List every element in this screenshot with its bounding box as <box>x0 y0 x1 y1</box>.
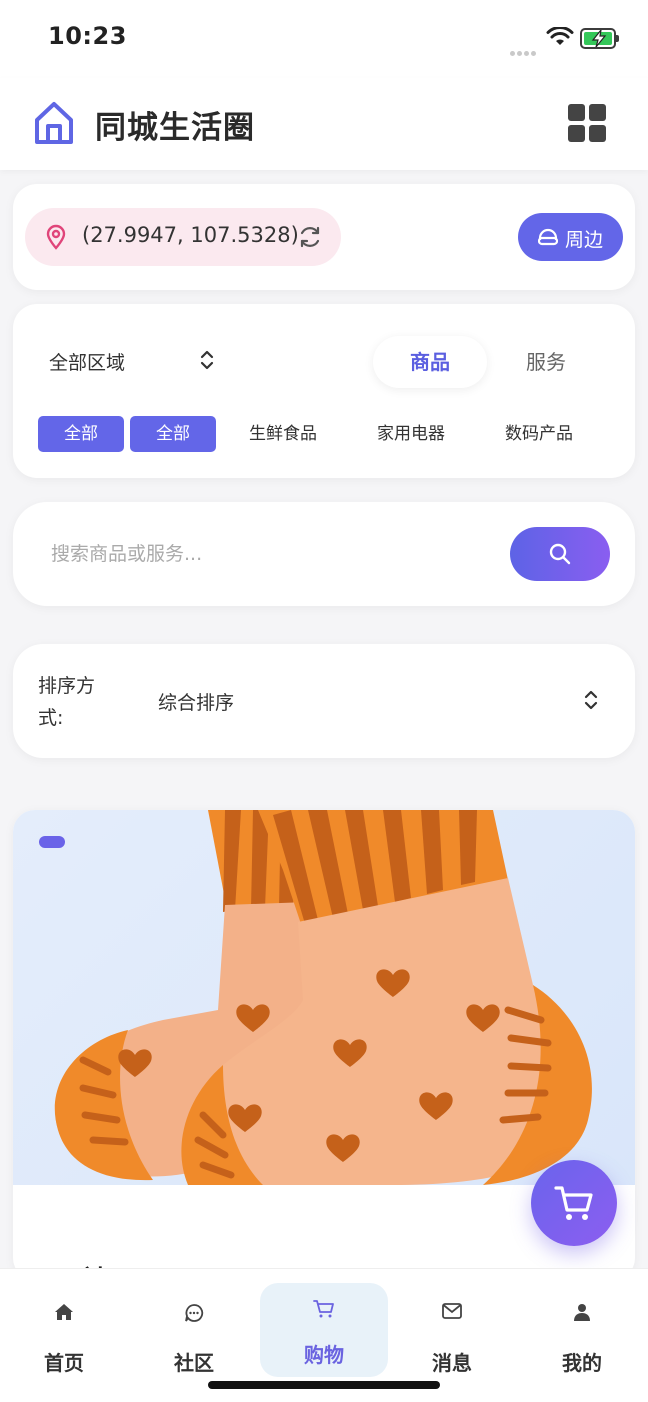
refresh-icon[interactable] <box>297 224 323 250</box>
cart-icon <box>554 1186 593 1220</box>
product-image <box>13 810 635 1185</box>
tab-profile[interactable]: 我的 <box>518 1283 646 1379</box>
region-select[interactable]: 全部区域 <box>49 348 125 375</box>
cart-fab-button[interactable] <box>531 1160 617 1246</box>
tab-community[interactable]: 社区 <box>130 1283 258 1379</box>
cell-signal-icon <box>510 41 538 60</box>
tab-home[interactable]: 首页 <box>0 1283 128 1379</box>
nearby-label: 周边 <box>565 229 604 251</box>
location-card: (27.9947, 107.5328) 周边 <box>13 184 635 290</box>
chat-icon <box>185 1304 204 1322</box>
category-chip-appliances[interactable]: 家用电器 <box>363 416 459 452</box>
location-pill[interactable]: (27.9947, 107.5328) <box>25 208 341 266</box>
tab-shopping[interactable]: 购物 <box>260 1283 388 1377</box>
home-indicator <box>208 1381 440 1389</box>
tab-goods[interactable]: 商品 <box>373 336 487 388</box>
search-input[interactable] <box>51 530 491 578</box>
home-outline-icon <box>35 102 73 144</box>
battery-icon <box>580 28 619 49</box>
tab-profile-label: 我的 <box>562 1351 602 1375</box>
tab-home-label: 首页 <box>44 1351 84 1375</box>
home-icon <box>55 1304 73 1320</box>
sort-label: 排序方式: <box>38 675 96 729</box>
tab-shopping-label: 购物 <box>304 1343 344 1367</box>
user-icon <box>574 1304 590 1321</box>
app-header: 同城生活圈 <box>0 78 648 170</box>
socks-illustration <box>54 810 592 1185</box>
charging-bolt-icon <box>591 30 607 47</box>
search-button[interactable] <box>510 527 610 581</box>
search-card <box>13 502 635 606</box>
grid-menu-button[interactable] <box>568 104 606 142</box>
nearby-button[interactable]: 周边 <box>518 213 623 261</box>
tab-services[interactable]: 服务 <box>489 336 603 388</box>
category-chip-digital[interactable]: 数码产品 <box>491 416 587 452</box>
sort-card: 排序方式: 综合排序 <box>13 644 635 758</box>
chevron-updown-icon[interactable] <box>584 690 598 710</box>
headset-icon <box>538 228 558 246</box>
app-title: 同城生活圈 <box>95 110 255 146</box>
product-badge <box>39 836 65 848</box>
location-coordinates: (27.9947, 107.5328) <box>82 223 299 247</box>
tab-community-label: 社区 <box>174 1351 214 1375</box>
chevron-updown-icon[interactable] <box>200 350 214 370</box>
grid-icon <box>568 104 585 121</box>
mail-icon <box>442 1303 462 1319</box>
filter-card: 全部区域 商品 服务 全部 全部 生鲜食品 家用电器 数码产品 <box>13 304 635 478</box>
status-bar: 10:23 <box>0 0 648 78</box>
wifi-icon <box>546 27 574 45</box>
category-chip-all-2[interactable]: 全部 <box>130 416 216 452</box>
category-chip-fresh-food[interactable]: 生鲜食品 <box>235 416 331 452</box>
cart-icon <box>313 1300 334 1318</box>
category-chip-all[interactable]: 全部 <box>38 416 124 452</box>
tab-messages[interactable]: 消息 <box>388 1283 516 1379</box>
search-icon <box>549 543 571 565</box>
location-pin-icon <box>46 224 66 250</box>
tab-messages-label: 消息 <box>432 1351 472 1375</box>
sort-select[interactable]: 综合排序 <box>158 688 234 715</box>
status-time: 10:23 <box>48 22 127 50</box>
